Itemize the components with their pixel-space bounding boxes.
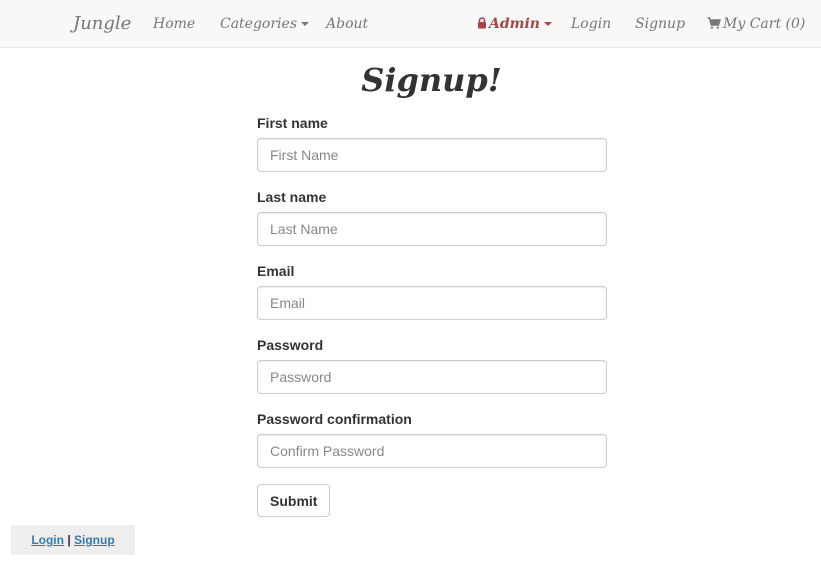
lock-icon bbox=[477, 15, 487, 35]
chevron-down-icon bbox=[543, 22, 552, 26]
footer-signup-link[interactable]: Signup bbox=[74, 533, 115, 547]
nav-home-link[interactable]: Home bbox=[153, 14, 195, 34]
shopping-cart-icon bbox=[707, 15, 721, 35]
submit-button[interactable]: Submit bbox=[257, 484, 331, 517]
first-name-input[interactable] bbox=[257, 138, 607, 172]
password-input[interactable] bbox=[257, 360, 607, 394]
nav-categories-label: Categories bbox=[220, 16, 297, 32]
email-input[interactable] bbox=[257, 286, 607, 320]
nav-about-link[interactable]: About bbox=[326, 14, 368, 34]
first-name-group: First name bbox=[257, 112, 607, 186]
password-label: Password bbox=[257, 337, 324, 353]
email-label: Email bbox=[257, 263, 295, 279]
last-name-label: Last name bbox=[257, 189, 327, 205]
nav-admin-dropdown[interactable]: Admin bbox=[477, 14, 552, 35]
signup-form: First name Last name Email Password Pass… bbox=[257, 112, 607, 517]
first-name-label: First name bbox=[257, 115, 328, 131]
nav-signup-link[interactable]: Signup bbox=[635, 14, 685, 34]
top-navbar: Jungle Home Categories About Admin Login… bbox=[0, 0, 821, 48]
nav-login-link[interactable]: Login bbox=[571, 14, 611, 34]
nav-admin-label: Admin bbox=[489, 16, 540, 32]
nav-cart-label: My Cart (0) bbox=[723, 16, 806, 32]
last-name-input[interactable] bbox=[257, 212, 607, 246]
page-title: Signup! bbox=[361, 61, 502, 99]
password-confirmation-input[interactable] bbox=[257, 434, 607, 468]
nav-cart-link[interactable]: My Cart (0) bbox=[707, 14, 805, 35]
nav-categories-dropdown[interactable]: Categories bbox=[220, 14, 309, 34]
footer-auth-links: Login | Signup bbox=[11, 525, 135, 555]
chevron-down-icon bbox=[301, 22, 309, 26]
password-confirmation-group: Password confirmation bbox=[257, 408, 607, 482]
footer-login-link[interactable]: Login bbox=[31, 533, 64, 547]
brand-logo[interactable]: Jungle bbox=[73, 12, 131, 36]
email-group: Email bbox=[257, 260, 607, 334]
last-name-group: Last name bbox=[257, 186, 607, 260]
footer-separator: | bbox=[67, 533, 71, 547]
password-group: Password bbox=[257, 334, 607, 408]
password-confirmation-label: Password confirmation bbox=[257, 411, 412, 427]
